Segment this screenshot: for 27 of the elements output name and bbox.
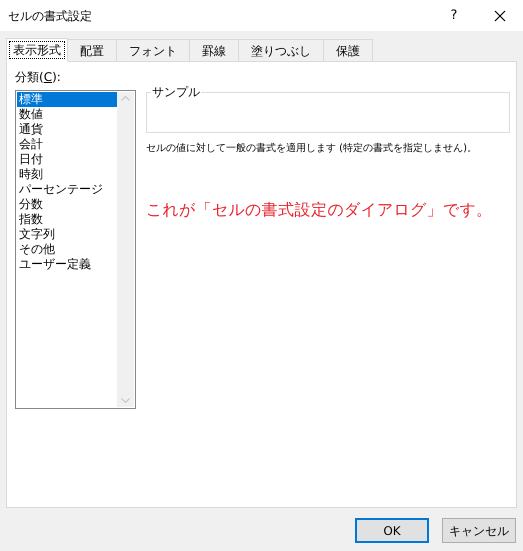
list-item[interactable]: 通貨 [17, 122, 117, 137]
category-list[interactable]: 標準 数値 通貨 会計 日付 時刻 パーセンテージ 分数 指数 文字列 その他 ユーザー定義 [15, 90, 136, 409]
list-item[interactable]: パーセンテージ [17, 182, 117, 197]
list-item[interactable]: 日付 [17, 152, 117, 167]
description-text: セルの値に対して一般の書式を適用します (特定の書式を指定しません)。 [146, 142, 477, 156]
list-item[interactable]: 指数 [17, 212, 117, 227]
sample-label: サンプル [151, 85, 201, 99]
scrollbar[interactable] [117, 92, 134, 407]
list-item[interactable]: 分数 [17, 197, 117, 212]
tab[interactable]: 保護 [323, 39, 373, 61]
list-item[interactable]: 数値 [17, 107, 117, 122]
list-item[interactable]: 文字列 [17, 227, 117, 242]
list-item[interactable]: ユーザー定義 [17, 257, 117, 272]
list-item[interactable]: 標準 [17, 92, 117, 107]
scroll-down-icon [121, 398, 130, 403]
dialog-button[interactable]: OK [355, 518, 429, 543]
category-label: 分類(C): [15, 70, 61, 84]
annotation-text: これが「セルの書式設定のダイアログ」です。 [146, 199, 494, 221]
scroll-up-icon [121, 96, 130, 101]
window-title: セルの書式設定 [8, 8, 92, 24]
list-item[interactable]: 会計 [17, 137, 117, 152]
list-item[interactable]: その他 [17, 242, 117, 257]
close-icon [494, 10, 506, 22]
help-button[interactable]: ? [431, 0, 477, 31]
list-item[interactable]: 時刻 [17, 167, 117, 182]
dialog-button[interactable]: キャンセル [442, 518, 516, 543]
tab[interactable]: 表示形式 [6, 38, 68, 62]
